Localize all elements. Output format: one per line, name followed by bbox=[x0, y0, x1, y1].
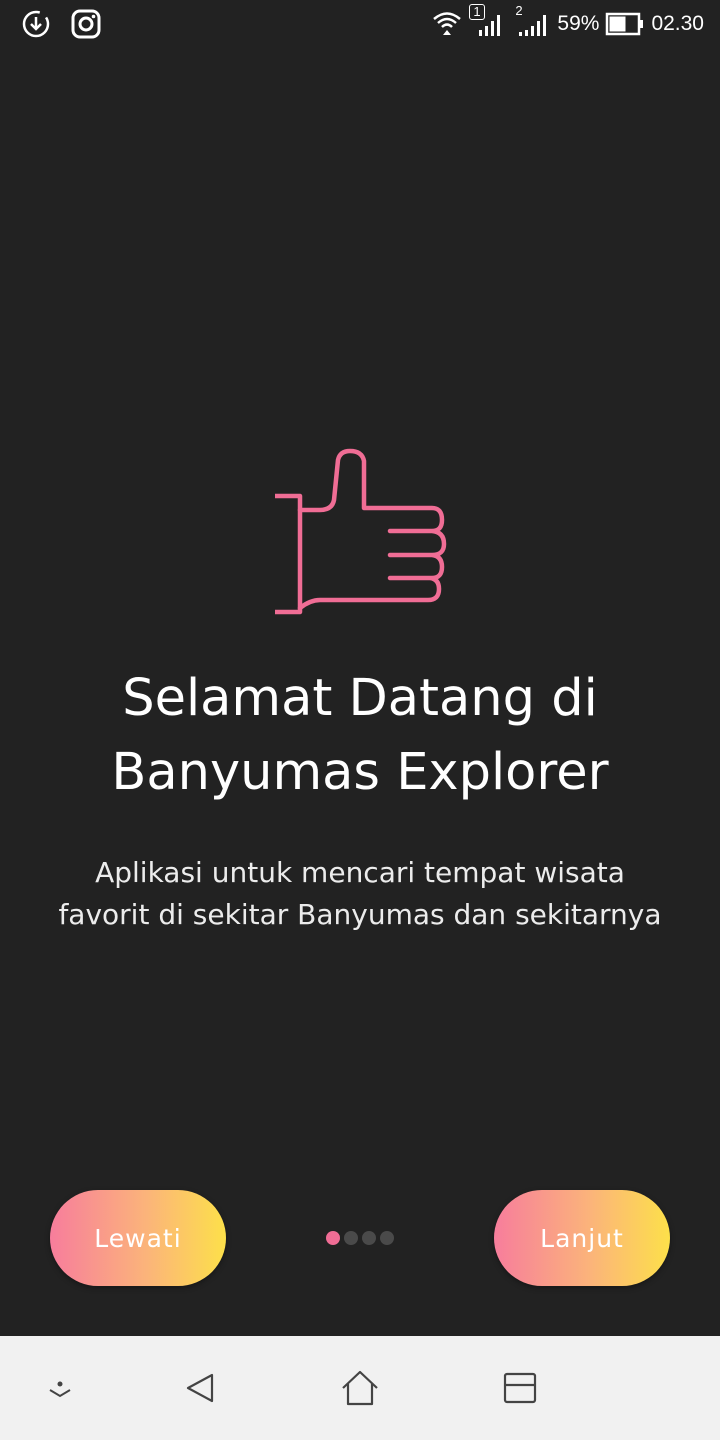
skip-button-label: Lewati bbox=[94, 1223, 182, 1253]
sim2-signal-icon: 2 bbox=[515, 4, 551, 40]
hide-nav-icon[interactable] bbox=[36, 1364, 84, 1412]
battery-percent: 59% bbox=[557, 12, 600, 35]
status-right-icons: 1 2 59% 02.30 bbox=[431, 4, 704, 40]
next-button[interactable]: Lanjut bbox=[494, 1190, 670, 1286]
page-dot-2 bbox=[344, 1231, 358, 1245]
download-sync-icon bbox=[20, 8, 52, 40]
clock: 02.30 bbox=[651, 12, 704, 35]
page-indicator bbox=[326, 1231, 394, 1245]
recents-icon[interactable] bbox=[496, 1364, 544, 1412]
next-button-label: Lanjut bbox=[540, 1223, 624, 1253]
skip-button[interactable]: Lewati bbox=[50, 1190, 226, 1286]
status-left-icons bbox=[20, 8, 102, 40]
home-icon[interactable] bbox=[336, 1364, 384, 1412]
back-icon[interactable] bbox=[176, 1364, 224, 1412]
title-line-1: Selamat Datang di bbox=[122, 669, 598, 728]
page-dot-4 bbox=[380, 1231, 394, 1245]
page-dot-3 bbox=[362, 1231, 376, 1245]
instagram-icon bbox=[70, 8, 102, 40]
navigation-bar bbox=[0, 1336, 720, 1440]
battery-icon bbox=[605, 8, 645, 40]
status-bar: 1 2 59% 02.30 bbox=[0, 0, 720, 48]
sim1-signal-icon: 1 bbox=[469, 4, 505, 40]
subtitle-line-1: Aplikasi untuk mencari tempat wisata bbox=[95, 856, 625, 889]
wifi-icon bbox=[431, 8, 463, 40]
page-dot-1 bbox=[326, 1231, 340, 1245]
thumbs-up-icon bbox=[272, 448, 448, 618]
subtitle-line-2: favorit di sekitar Banyumas dan sekitarn… bbox=[58, 898, 662, 931]
title-line-2: Banyumas Explorer bbox=[111, 743, 609, 802]
onboarding-subtitle: Aplikasi untuk mencari tempat wisata fav… bbox=[40, 852, 680, 936]
onboarding-title: Selamat Datang di Banyumas Explorer bbox=[40, 662, 680, 810]
